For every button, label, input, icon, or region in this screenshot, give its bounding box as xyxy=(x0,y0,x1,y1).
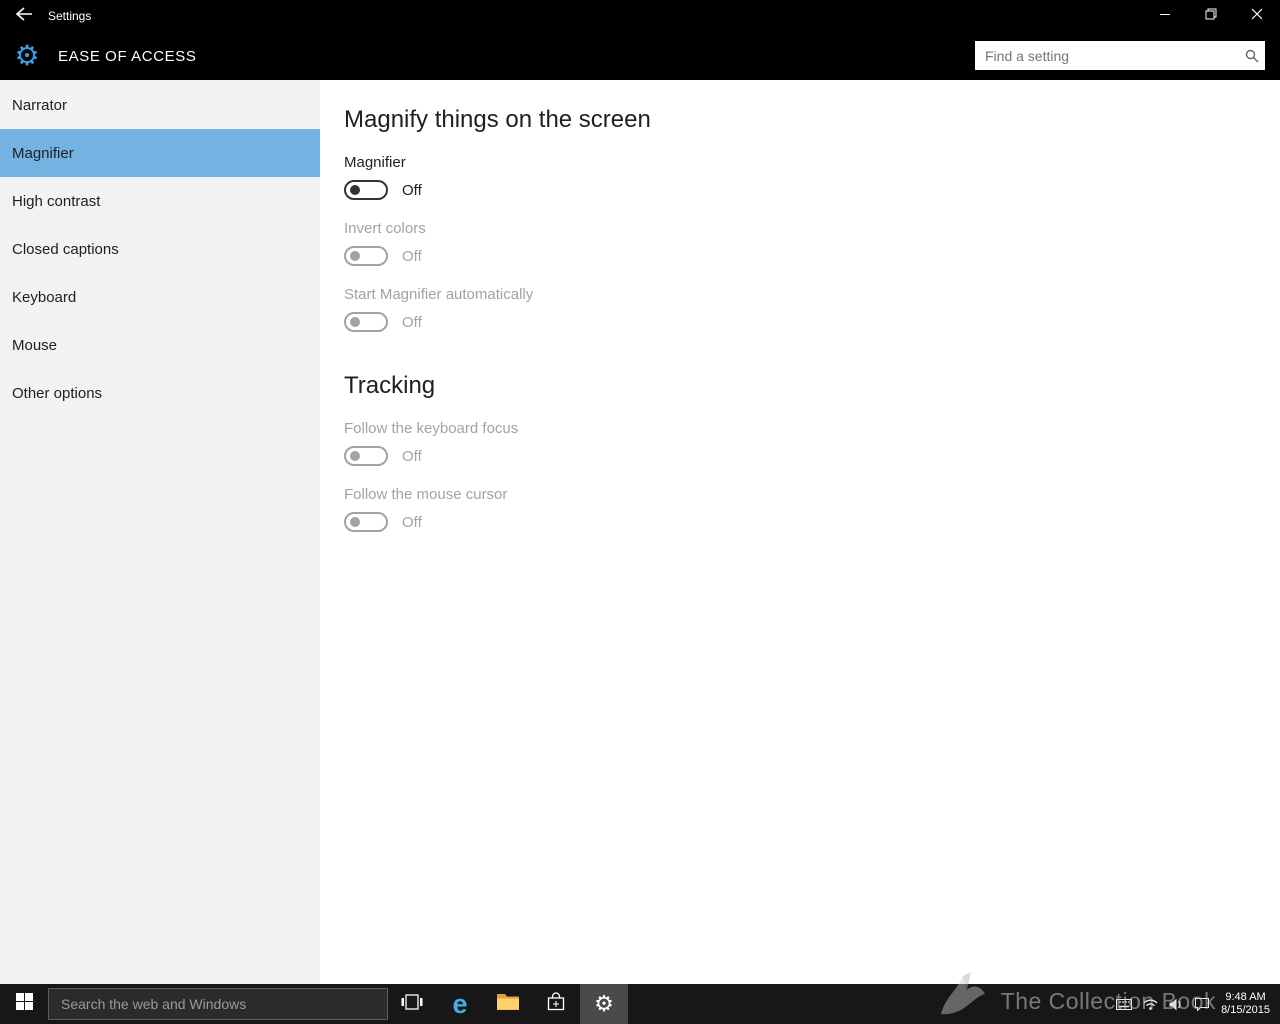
setting-label: Magnifier xyxy=(344,154,406,171)
restore-icon xyxy=(1205,7,1217,25)
task-view-button[interactable] xyxy=(388,984,436,1024)
back-arrow-icon xyxy=(15,6,33,26)
setting-follow-mouse-cursor: Follow the mouse cursor Off xyxy=(344,486,1280,532)
edge-icon: e xyxy=(452,988,468,1019)
section-heading-magnify: Magnify things on the screen xyxy=(344,106,651,133)
sidebar-item-closed-captions[interactable]: Closed captions xyxy=(0,225,320,273)
search-icon[interactable] xyxy=(1239,49,1265,63)
close-button[interactable] xyxy=(1234,0,1280,32)
volume-icon[interactable] xyxy=(1163,998,1189,1011)
store-bag-icon xyxy=(546,992,566,1016)
setting-label: Follow the mouse cursor xyxy=(344,486,508,503)
sidebar-item-keyboard[interactable]: Keyboard xyxy=(0,273,320,321)
app-header: ⚙ EASE OF ACCESS xyxy=(0,32,1280,80)
taskbar-searchbox[interactable] xyxy=(48,988,388,1020)
setting-label: Invert colors xyxy=(344,220,426,237)
sidebar-item-high-contrast[interactable]: High contrast xyxy=(0,177,320,225)
toggle-knob xyxy=(350,517,360,527)
toggle-state-label: Off xyxy=(402,247,422,265)
start-button[interactable] xyxy=(0,984,48,1024)
toggle-state-label: Off xyxy=(402,181,422,199)
system-tray: 9:48 AM 8/15/2015 xyxy=(1111,984,1280,1024)
gear-icon: ⚙ xyxy=(594,991,614,1016)
store-button[interactable] xyxy=(532,984,580,1024)
sidebar: Narrator Magnifier High contrast Closed … xyxy=(0,80,320,984)
windows-logo-icon xyxy=(15,993,33,1015)
toggle-knob xyxy=(350,251,360,261)
sidebar-item-label: Other options xyxy=(12,384,103,402)
sidebar-item-label: Narrator xyxy=(12,96,68,114)
close-icon xyxy=(1251,7,1263,25)
window-title: Settings xyxy=(48,9,92,23)
titlebar: Settings xyxy=(0,0,1280,32)
taskbar-search-input[interactable] xyxy=(49,989,387,1019)
back-button[interactable] xyxy=(0,0,48,32)
minimize-icon xyxy=(1159,7,1171,25)
task-view-icon xyxy=(401,993,423,1015)
clock[interactable]: 9:48 AM 8/15/2015 xyxy=(1215,991,1280,1017)
main-content: Magnify things on the screen Magnifier O… xyxy=(344,80,1280,984)
touch-keyboard-icon[interactable] xyxy=(1111,998,1137,1010)
toggle-knob xyxy=(350,185,360,195)
toggle-state-label: Off xyxy=(402,313,422,331)
sidebar-item-other-options[interactable]: Other options xyxy=(0,369,320,417)
toggle-state-label: Off xyxy=(402,513,422,531)
minimize-button[interactable] xyxy=(1142,0,1188,32)
clock-date: 8/15/2015 xyxy=(1221,1004,1270,1016)
start-magnifier-automatically-toggle xyxy=(344,312,388,332)
toggle-knob xyxy=(350,317,360,327)
settings-taskbar-button[interactable]: ⚙ xyxy=(580,984,628,1024)
section-heading-tracking: Tracking xyxy=(344,372,436,399)
sidebar-item-label: Keyboard xyxy=(12,288,77,306)
action-center-icon[interactable] xyxy=(1189,997,1215,1011)
toggle-knob xyxy=(350,451,360,461)
taskbar: e ⚙ xyxy=(0,984,1280,1024)
clock-time: 9:48 AM xyxy=(1225,991,1266,1003)
sidebar-item-mouse[interactable]: Mouse xyxy=(0,321,320,369)
toggle-state-label: Off xyxy=(402,447,422,465)
setting-start-magnifier-automatically: Start Magnifier automatically Off xyxy=(344,286,1280,332)
sidebar-item-label: Magnifier xyxy=(12,144,74,162)
magnifier-toggle[interactable] xyxy=(344,180,388,200)
settings-window: Settings ⚙ EASE OF ACCESS Find a setting… xyxy=(0,0,1280,1024)
maximize-button[interactable] xyxy=(1188,0,1234,32)
sidebar-item-narrator[interactable]: Narrator xyxy=(0,81,320,129)
sidebar-item-label: High contrast xyxy=(12,192,101,210)
setting-label: Start Magnifier automatically xyxy=(344,286,534,303)
find-setting-input[interactable] xyxy=(975,41,1239,70)
network-icon[interactable] xyxy=(1137,998,1163,1010)
sidebar-item-label: Closed captions xyxy=(12,240,119,258)
page-title: EASE OF ACCESS xyxy=(58,47,197,65)
settings-gear-icon: ⚙ xyxy=(14,40,40,71)
edge-button[interactable]: e xyxy=(436,984,484,1024)
folder-icon xyxy=(497,993,519,1015)
sidebar-item-label: Mouse xyxy=(12,336,58,354)
file-explorer-button[interactable] xyxy=(484,984,532,1024)
find-setting-searchbox[interactable] xyxy=(975,41,1265,70)
setting-label: Follow the keyboard focus xyxy=(344,420,519,437)
setting-magnifier: Magnifier Off xyxy=(344,154,1280,200)
follow-keyboard-focus-toggle xyxy=(344,446,388,466)
setting-follow-keyboard-focus: Follow the keyboard focus Off xyxy=(344,420,1280,466)
follow-mouse-cursor-toggle xyxy=(344,512,388,532)
sidebar-item-magnifier[interactable]: Magnifier xyxy=(0,129,320,177)
setting-invert-colors: Invert colors Off xyxy=(344,220,1280,266)
invert-colors-toggle xyxy=(344,246,388,266)
